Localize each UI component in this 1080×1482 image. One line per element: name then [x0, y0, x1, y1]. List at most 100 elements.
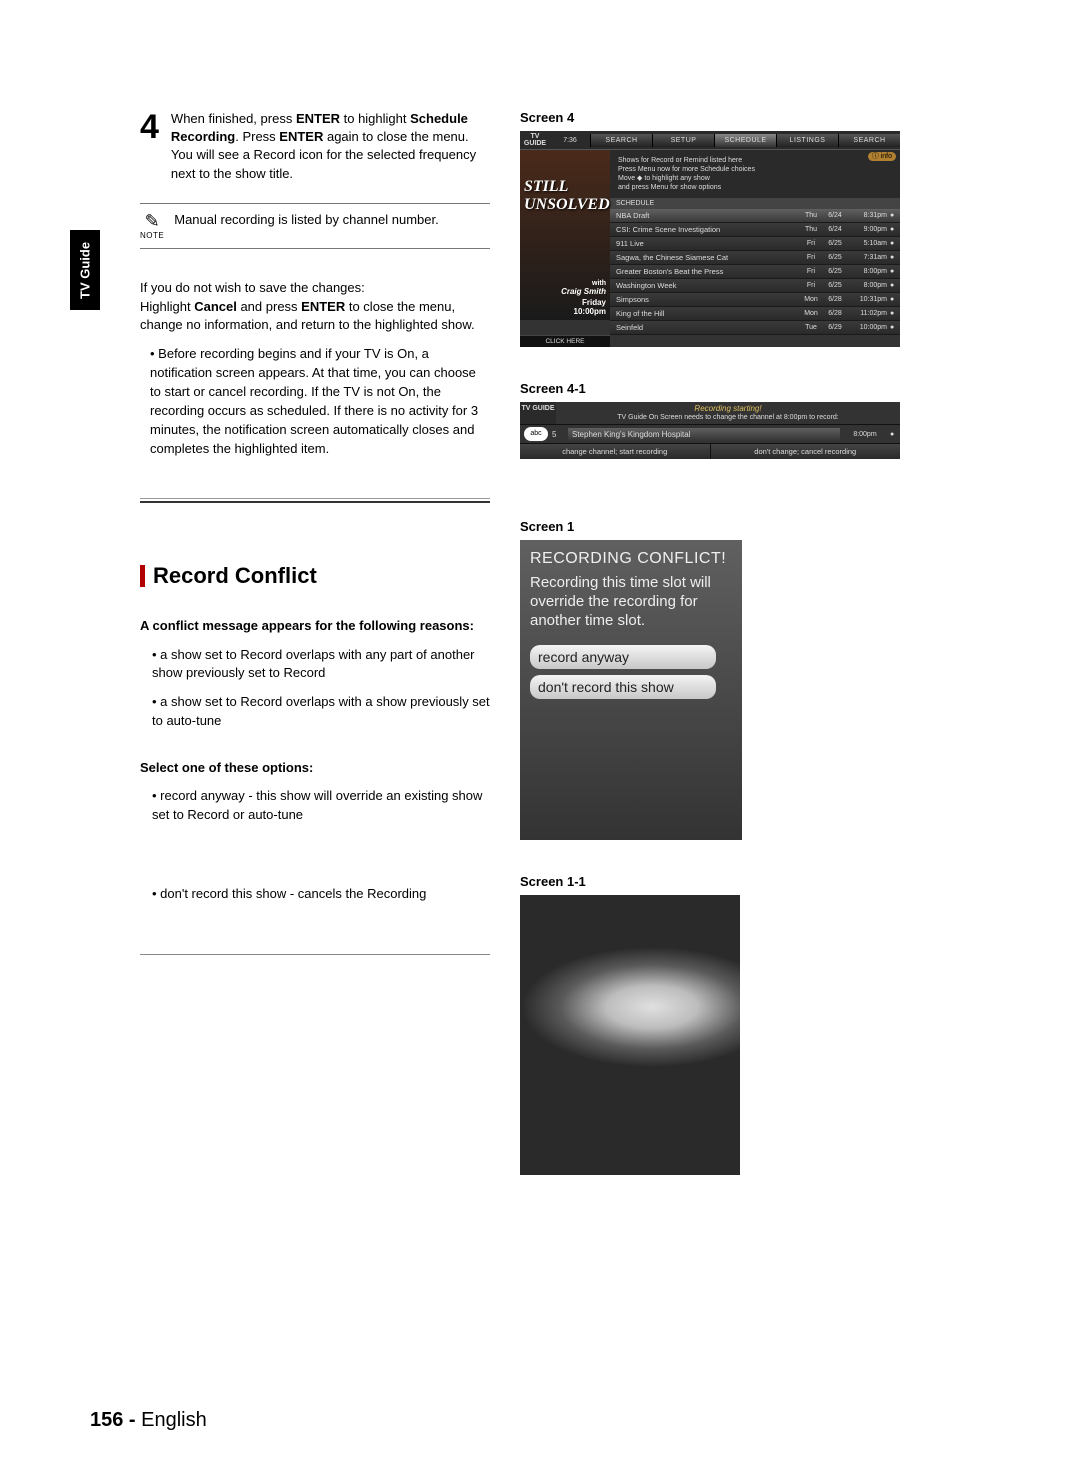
schedule-row[interactable]: CSI: Crime Scene InvestigationThu6/249:0… [610, 223, 900, 237]
record-icon: ● [890, 282, 900, 289]
page-footer: 156 - English [90, 1409, 207, 1432]
cancel-instructions: If you do not wish to save the changes: … [140, 279, 490, 459]
schedule-row-title: Washington Week [610, 280, 799, 291]
schedule-row-time: 10:00pm [847, 324, 890, 331]
step-4-text: When finished, press ENTER to highlight … [171, 110, 490, 183]
record-anyway-button[interactable]: record anyway [530, 645, 716, 669]
thin-rule [140, 954, 490, 955]
schedule-row-day: Fri [799, 282, 823, 289]
schedule-row-day: Thu [799, 212, 823, 219]
screenshot-screen-4: TV GUIDE 7:36 SEARCH SETUP SCHEDULE LIST… [520, 131, 900, 347]
info-badge[interactable]: ⓘ info [868, 152, 896, 161]
screenshot-screen-1-1 [520, 895, 740, 1175]
schedule-row-day: Tue [799, 324, 823, 331]
record-icon: ● [890, 431, 900, 438]
schedule-row-title: Sagwa, the Chinese Siamese Cat [610, 252, 799, 263]
section-accent-bar [140, 565, 145, 587]
schedule-row[interactable]: Greater Boston's Beat the PressFri6/258:… [610, 265, 900, 279]
label-screen-1-1: Screen 1-1 [520, 874, 990, 889]
record-icon: ● [890, 324, 900, 331]
schedule-row-date: 6/29 [823, 324, 847, 331]
label-screen-4: Screen 4 [520, 110, 990, 125]
record-icon: ● [890, 254, 900, 261]
label-screen-1: Screen 1 [520, 519, 990, 534]
schedule-row-title: Greater Boston's Beat the Press [610, 266, 799, 277]
schedule-row-date: 6/25 [823, 282, 847, 289]
schedule-row-title: 911 Live [610, 238, 799, 249]
clock: 7:36 [550, 135, 590, 146]
tab-schedule[interactable]: SCHEDULE [714, 134, 776, 147]
tvguide-logo-small: TV GUIDE [520, 402, 556, 424]
step-number: 4 [140, 110, 159, 144]
schedule-row[interactable]: SeinfeldTue6/2910:00pm● [610, 321, 900, 335]
cancel-recording-option[interactable]: don't change; cancel recording [711, 444, 901, 459]
schedule-row-time: 11:02pm [847, 310, 890, 317]
note-box: ✎ NOTE Manual recording is listed by cha… [140, 203, 490, 249]
schedule-row-time: 10:31pm [847, 296, 890, 303]
schedule-row-title: CSI: Crime Scene Investigation [610, 224, 799, 235]
schedule-row-time: 9:00pm [847, 226, 890, 233]
record-icon: ● [890, 268, 900, 275]
note-icon: ✎ [145, 212, 160, 230]
schedule-row-time: 8:00pm [847, 268, 890, 275]
conflict-bullet-2: • a show set to Record overlaps with a s… [152, 693, 490, 731]
schedule-row-date: 6/25 [823, 240, 847, 247]
schedule-row[interactable]: SimpsonsMon6/2810:31pm● [610, 293, 900, 307]
section-title: Record Conflict [153, 563, 317, 589]
tab-listings[interactable]: LISTINGS [776, 134, 838, 147]
screenshot-screen-1: RECORDING CONFLICT! Recording this time … [520, 540, 742, 840]
section-record-conflict: Record Conflict [140, 563, 490, 589]
conflict-dialog-text: Recording this time slot will override t… [530, 574, 732, 630]
tab-search-2[interactable]: SEARCH [838, 134, 900, 147]
section-divider [140, 498, 490, 503]
conflict-dialog-title: RECORDING CONFLICT! [530, 550, 732, 568]
recording-starting-title: Recording starting! [560, 404, 896, 414]
schedule-row-date: 6/25 [823, 254, 847, 261]
schedule-row-time: 5:10am [847, 240, 890, 247]
schedule-row-day: Mon [799, 296, 823, 303]
schedule-row[interactable]: King of the HillMon6/2811:02pm● [610, 307, 900, 321]
side-tab-tv-guide: TV Guide [70, 230, 100, 310]
schedule-row-day: Fri [799, 240, 823, 247]
schedule-row-day: Fri [799, 254, 823, 261]
hint-panel: ⓘ info Shows for Record or Remind listed… [610, 150, 900, 198]
screenshot-screen-4-1: TV GUIDE Recording starting! TV Guide On… [520, 402, 900, 459]
schedule-row-date: 6/28 [823, 296, 847, 303]
click-here-ad[interactable]: CLICK HERE [520, 335, 610, 347]
channel-badge: abc [524, 427, 548, 441]
schedule-row[interactable]: Washington WeekFri6/258:00pm● [610, 279, 900, 293]
record-icon: ● [890, 240, 900, 247]
schedule-header: SCHEDULE [610, 198, 900, 209]
schedule-row-time: 8:31pm [847, 212, 890, 219]
label-screen-4-1: Screen 4-1 [520, 381, 990, 396]
preview-panel: STILL UNSOLVED with Craig Smith Friday 1… [520, 150, 610, 320]
schedule-row-date: 6/25 [823, 268, 847, 275]
schedule-row-title: NBA Draft [610, 210, 799, 221]
record-icon: ● [890, 296, 900, 303]
tab-search[interactable]: SEARCH [590, 134, 652, 147]
schedule-row-date: 6/28 [823, 310, 847, 317]
recording-starting-msg: TV Guide On Screen needs to change the c… [560, 414, 896, 422]
schedule-row[interactable]: Sagwa, the Chinese Siamese CatFri6/257:3… [610, 251, 900, 265]
schedule-row-title: Simpsons [610, 294, 799, 305]
note-text: Manual recording is listed by channel nu… [174, 212, 438, 227]
schedule-row-date: 6/24 [823, 212, 847, 219]
tab-setup[interactable]: SETUP [652, 134, 714, 147]
schedule-row-time: 7:31am [847, 254, 890, 261]
record-icon: ● [890, 310, 900, 317]
schedule-row-title: King of the Hill [610, 308, 799, 319]
note-label: NOTE [140, 231, 164, 240]
schedule-row-day: Thu [799, 226, 823, 233]
conflict-bullet-1: • a show set to Record overlaps with any… [152, 646, 490, 684]
step-4: 4 When finished, press ENTER to highligh… [140, 110, 490, 183]
schedule-row-day: Mon [799, 310, 823, 317]
dont-record-button[interactable]: don't record this show [530, 675, 716, 699]
start-recording-option[interactable]: change channel; start recording [520, 444, 711, 459]
show-title[interactable]: Stephen King's Kingdom Hospital [568, 428, 840, 441]
record-icon: ● [890, 226, 900, 233]
conflict-option-2: • don't record this show - cancels the R… [152, 885, 490, 904]
schedule-row-time: 8:00pm [847, 282, 890, 289]
schedule-row[interactable]: 911 LiveFri6/255:10am● [610, 237, 900, 251]
schedule-row[interactable]: NBA DraftThu6/248:31pm● [610, 209, 900, 223]
schedule-row-title: Seinfeld [610, 322, 799, 333]
